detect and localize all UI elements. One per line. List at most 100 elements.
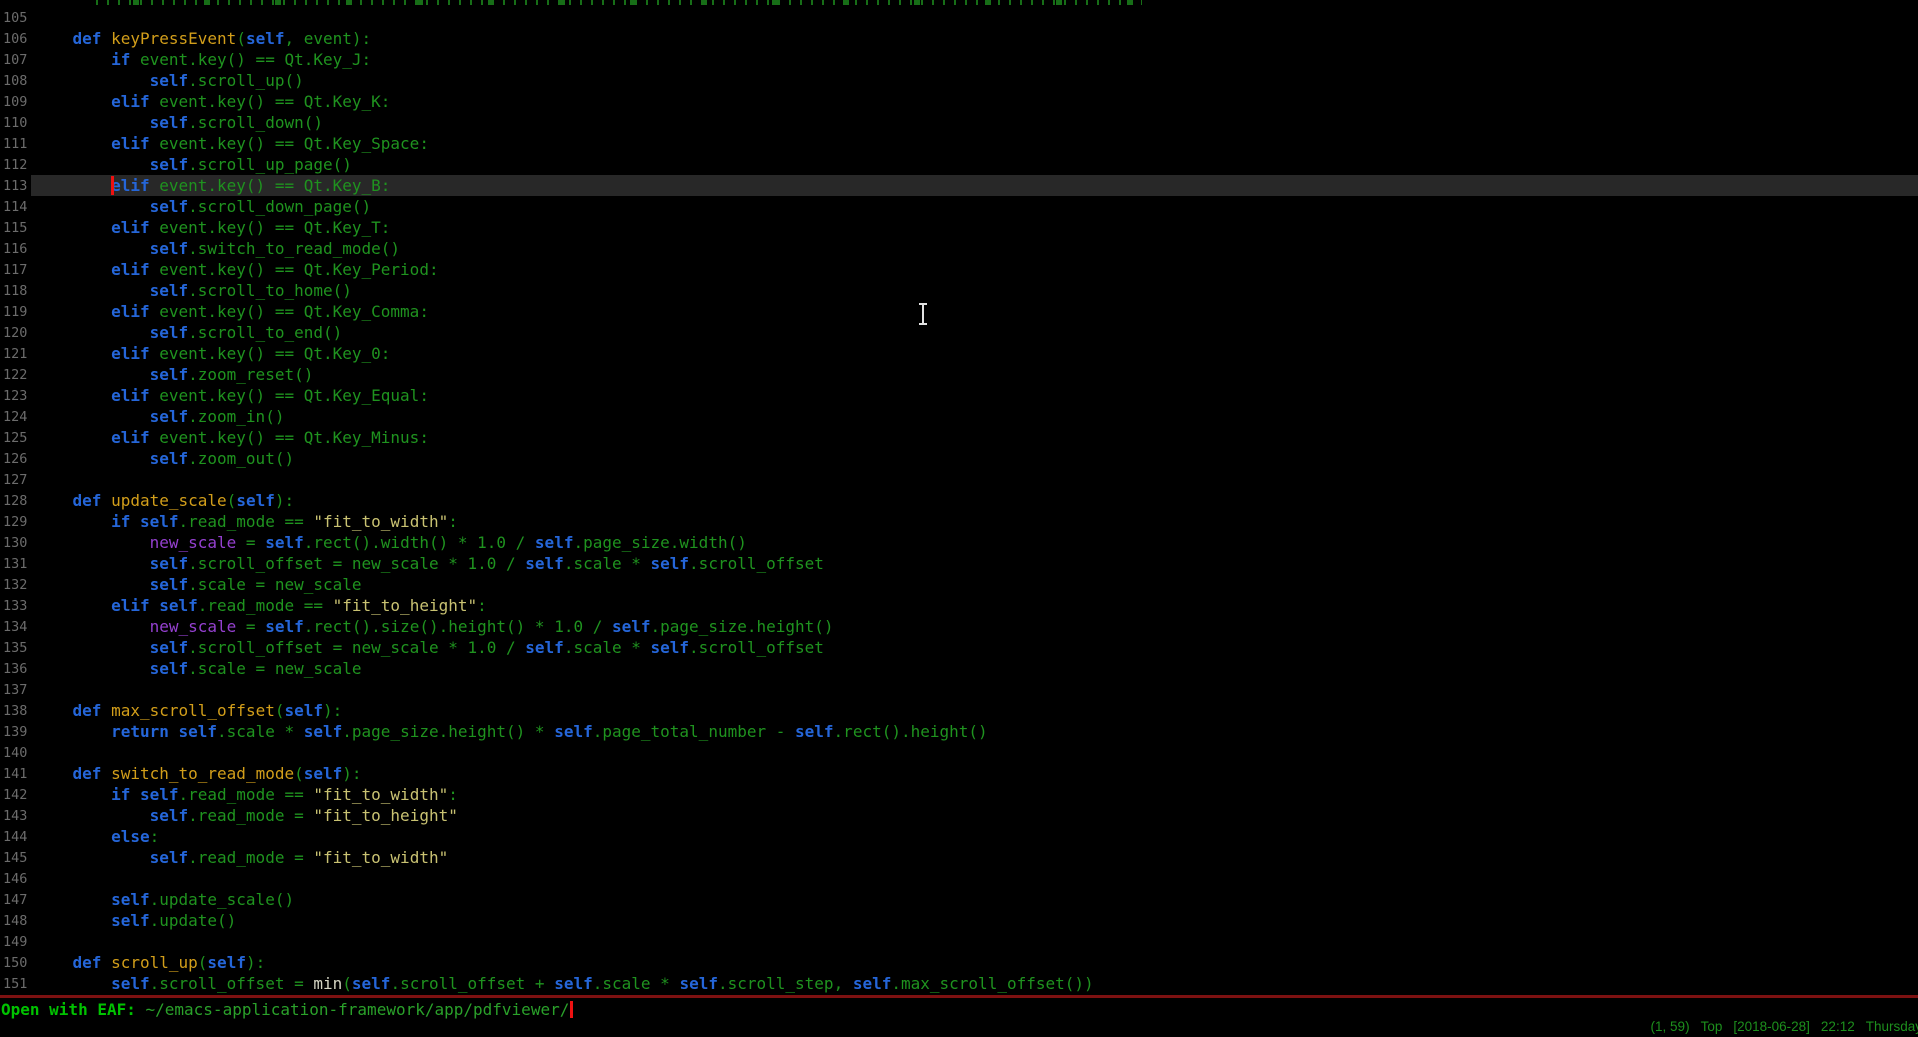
code-token bbox=[34, 428, 111, 447]
code-line[interactable]: 129 if self.read_mode == "fit_to_width": bbox=[0, 511, 1918, 532]
code-token: new_scale bbox=[150, 533, 237, 552]
code-line[interactable]: 116 self.switch_to_read_mode() bbox=[0, 238, 1918, 259]
code-token: elif bbox=[111, 92, 150, 111]
code-line[interactable]: 146 bbox=[0, 868, 1918, 889]
code-line[interactable]: 121 elif event.key() == Qt.Key_0: bbox=[0, 343, 1918, 364]
code-token: .read_mode == bbox=[179, 512, 314, 531]
code-line[interactable]: 132 self.scale = new_scale bbox=[0, 574, 1918, 595]
code-line[interactable]: 107 if event.key() == Qt.Key_J: bbox=[0, 49, 1918, 70]
code-text: self.read_mode = "fit_to_height" bbox=[34, 805, 458, 826]
code-line[interactable]: 148 self.update() bbox=[0, 910, 1918, 931]
code-line[interactable]: 143 self.read_mode = "fit_to_height" bbox=[0, 805, 1918, 826]
code-token: : bbox=[150, 827, 160, 846]
code-line[interactable]: 125 elif event.key() == Qt.Key_Minus: bbox=[0, 427, 1918, 448]
code-line[interactable]: 110 self.scroll_down() bbox=[0, 112, 1918, 133]
code-text: self.zoom_in() bbox=[34, 406, 284, 427]
code-token: event.key() == Qt.Key_Period: bbox=[150, 260, 439, 279]
code-token: self bbox=[150, 407, 189, 426]
code-token: .scroll_down_page() bbox=[188, 197, 371, 216]
line-number: 141 bbox=[3, 764, 27, 785]
code-token: .read_mode == bbox=[198, 596, 333, 615]
code-line[interactable]: 151 self.scroll_offset = min(self.scroll… bbox=[0, 973, 1918, 994]
line-number: 116 bbox=[3, 239, 27, 260]
code-token: return bbox=[111, 722, 169, 741]
code-line[interactable]: 114 self.scroll_down_page() bbox=[0, 196, 1918, 217]
code-line[interactable]: 117 elif event.key() == Qt.Key_Period: bbox=[0, 259, 1918, 280]
code-line[interactable]: 140 bbox=[0, 742, 1918, 763]
code-token: self bbox=[525, 554, 564, 573]
code-line[interactable]: 145 self.read_mode = "fit_to_width" bbox=[0, 847, 1918, 868]
code-line[interactable]: 123 elif event.key() == Qt.Key_Equal: bbox=[0, 385, 1918, 406]
code-line[interactable]: 147 self.update_scale() bbox=[0, 889, 1918, 910]
code-line[interactable]: 115 elif event.key() == Qt.Key_T: bbox=[0, 217, 1918, 238]
line-number: 146 bbox=[3, 869, 27, 890]
code-line[interactable]: 141 def switch_to_read_mode(self): bbox=[0, 763, 1918, 784]
line-number: 151 bbox=[3, 974, 27, 995]
code-line[interactable]: 113 elif event.key() == Qt.Key_B: bbox=[0, 175, 1918, 196]
code-text: elif event.key() == Qt.Key_Minus: bbox=[34, 427, 429, 448]
tray-cursor-position: (1, 59) bbox=[1651, 1019, 1690, 1034]
code-line[interactable]: 139 return self.scale * self.page_size.h… bbox=[0, 721, 1918, 742]
code-line[interactable]: 130 new_scale = self.rect().width() * 1.… bbox=[0, 532, 1918, 553]
code-token bbox=[34, 239, 150, 258]
code-token bbox=[34, 596, 111, 615]
code-line[interactable]: 120 self.scroll_to_end() bbox=[0, 322, 1918, 343]
code-line[interactable]: 119 elif event.key() == Qt.Key_Comma: bbox=[0, 301, 1918, 322]
line-number: 107 bbox=[3, 50, 27, 71]
code-token: self bbox=[150, 659, 189, 678]
code-line[interactable]: 150 def scroll_up(self): bbox=[0, 952, 1918, 973]
code-token bbox=[34, 50, 111, 69]
line-number: 128 bbox=[3, 491, 27, 512]
code-text: self.scroll_up_page() bbox=[34, 154, 352, 175]
code-text: self.zoom_out() bbox=[34, 448, 294, 469]
code-line[interactable]: 111 elif event.key() == Qt.Key_Space: bbox=[0, 133, 1918, 154]
code-line[interactable]: 142 if self.read_mode == "fit_to_width": bbox=[0, 784, 1918, 805]
code-line[interactable]: 131 self.scroll_offset = new_scale * 1.0… bbox=[0, 553, 1918, 574]
code-line[interactable]: 138 def max_scroll_offset(self): bbox=[0, 700, 1918, 721]
code-line[interactable]: 112 self.scroll_up_page() bbox=[0, 154, 1918, 175]
code-line[interactable]: 108 self.scroll_up() bbox=[0, 70, 1918, 91]
code-text: elif event.key() == Qt.Key_T: bbox=[34, 217, 390, 238]
code-token bbox=[34, 281, 150, 300]
code-line[interactable]: 144 else: bbox=[0, 826, 1918, 847]
line-number: 117 bbox=[3, 260, 27, 281]
code-line[interactable]: 124 self.zoom_in() bbox=[0, 406, 1918, 427]
minibuffer-input[interactable]: ~/emacs-application-framework/app/pdfvie… bbox=[146, 1000, 570, 1019]
code-line[interactable]: 149 bbox=[0, 931, 1918, 952]
code-token: self bbox=[150, 554, 189, 573]
code-line[interactable]: 136 self.scale = new_scale bbox=[0, 658, 1918, 679]
code-buffer[interactable]: 105106 def keyPressEvent(self, event):10… bbox=[0, 7, 1918, 994]
code-line[interactable]: 118 self.scroll_to_home() bbox=[0, 280, 1918, 301]
code-line[interactable]: 127 bbox=[0, 469, 1918, 490]
minibuffer[interactable]: Open with EAF: ~/emacs-application-frame… bbox=[1, 1000, 573, 1021]
code-token: .read_mode == bbox=[179, 785, 314, 804]
code-line[interactable]: 109 elif event.key() == Qt.Key_K: bbox=[0, 91, 1918, 112]
code-line[interactable]: 135 self.scroll_offset = new_scale * 1.0… bbox=[0, 637, 1918, 658]
code-line[interactable]: 106 def keyPressEvent(self, event): bbox=[0, 28, 1918, 49]
code-line[interactable]: 122 self.zoom_reset() bbox=[0, 364, 1918, 385]
code-token: self bbox=[150, 71, 189, 90]
emacs-frame: 105106 def keyPressEvent(self, event):10… bbox=[0, 0, 1918, 1037]
code-line[interactable]: 128 def update_scale(self): bbox=[0, 490, 1918, 511]
code-line[interactable]: 137 bbox=[0, 679, 1918, 700]
code-text: new_scale = self.rect().size().height() … bbox=[34, 616, 834, 637]
code-line[interactable]: 105 bbox=[0, 7, 1918, 28]
code-token: elif bbox=[111, 344, 150, 363]
code-token: .scroll_step, bbox=[718, 974, 853, 993]
code-line[interactable]: 126 self.zoom_out() bbox=[0, 448, 1918, 469]
code-token: "fit_to_height" bbox=[313, 806, 458, 825]
code-token bbox=[34, 974, 111, 993]
code-text: elif event.key() == Qt.Key_K: bbox=[34, 91, 390, 112]
code-token: elif bbox=[111, 596, 150, 615]
code-token: ): bbox=[323, 701, 342, 720]
editor-cursor bbox=[111, 176, 114, 195]
code-text: self.scale = new_scale bbox=[34, 658, 362, 679]
line-number: 125 bbox=[3, 428, 27, 449]
code-line[interactable]: 133 elif self.read_mode == "fit_to_heigh… bbox=[0, 595, 1918, 616]
code-token: event.key() == Qt.Key_J: bbox=[130, 50, 371, 69]
code-token: event.key() == Qt.Key_Comma: bbox=[150, 302, 429, 321]
code-line[interactable]: 134 new_scale = self.rect().size().heigh… bbox=[0, 616, 1918, 637]
code-token: self bbox=[651, 638, 690, 657]
code-token bbox=[34, 890, 111, 909]
code-token bbox=[34, 701, 73, 720]
